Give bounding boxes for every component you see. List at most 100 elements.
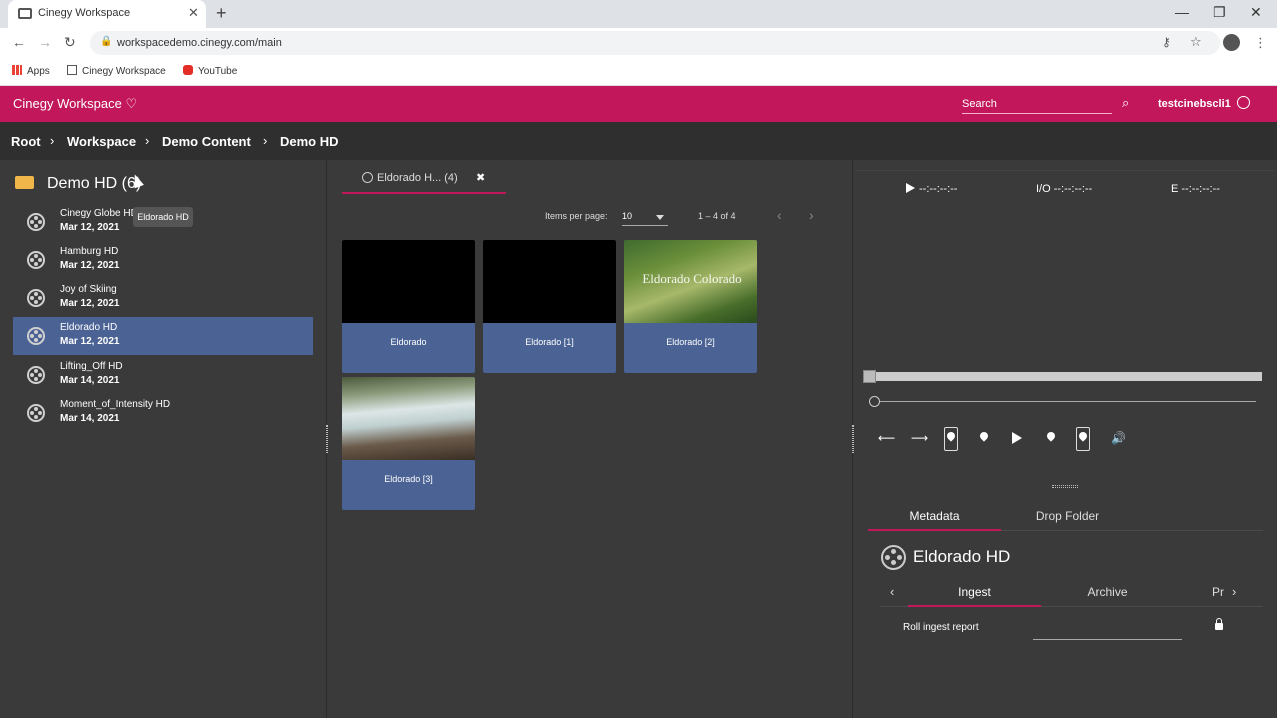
clip-item[interactable]: Hamburg HD Mar 12, 2021: [13, 241, 313, 279]
chevron-right-icon: ›: [263, 133, 268, 148]
username[interactable]: testcinebscli1: [1158, 98, 1231, 110]
clip-date: Mar 12, 2021: [60, 298, 120, 309]
chevron-right-icon[interactable]: ›: [1232, 584, 1236, 599]
window-close-icon[interactable]: ✕: [1250, 4, 1262, 21]
new-tab-icon[interactable]: +: [216, 3, 227, 24]
panel-splitter-handle[interactable]: [326, 425, 328, 453]
browser-tab-strip: Cinegy Workspace ✕ + — ❐ ✕: [0, 0, 1277, 28]
clip-item[interactable]: Lifting_Off HD Mar 14, 2021: [13, 356, 313, 394]
metadata-tabs: Metadata Drop Folder: [868, 505, 1263, 531]
reload-icon[interactable]: ↻: [64, 34, 76, 51]
clip-card[interactable]: Eldorado: [342, 240, 475, 373]
chevron-right-icon: ›: [145, 133, 150, 148]
search-field[interactable]: [962, 94, 1112, 114]
clip-card[interactable]: Eldorado [3]: [342, 377, 475, 510]
volume-icon[interactable]: 🔊: [1111, 431, 1126, 445]
clip-name: Cinegy Globe HD: [60, 208, 138, 219]
clip-item-selected[interactable]: Eldorado HD Mar 12, 2021: [13, 317, 313, 355]
back-icon[interactable]: ←: [12, 34, 26, 50]
search-icon[interactable]: ⌕: [1122, 95, 1129, 111]
browser-tab[interactable]: Cinegy Workspace ✕: [8, 0, 206, 28]
minimize-icon[interactable]: —: [1175, 4, 1189, 20]
clip-tooltip: Eldorado HD: [133, 207, 193, 227]
items-per-page-select[interactable]: 10: [622, 208, 668, 226]
tab-ingest[interactable]: Ingest: [908, 580, 1041, 607]
items-per-page-label: Items per page:: [545, 211, 608, 221]
next-page-button[interactable]: ›: [809, 207, 814, 223]
metadata-subtabs: ‹ Ingest Archive Pr ›: [880, 580, 1263, 607]
restore-icon[interactable]: ❐: [1213, 4, 1226, 21]
clip-item[interactable]: Moment_of_Intensity HD Mar 14, 2021: [13, 394, 313, 432]
bin-tab-label: Eldorado H... (4): [377, 172, 458, 184]
bookmark-apps[interactable]: Apps: [12, 65, 50, 77]
clip-thumbnail: [342, 377, 475, 460]
clip-thumbnail: [483, 240, 616, 323]
step-forward-icon[interactable]: ⟶: [911, 431, 928, 445]
account-icon[interactable]: [1237, 96, 1250, 109]
seek-handle[interactable]: [863, 370, 876, 383]
bookmark-label: YouTube: [198, 66, 238, 77]
search-input[interactable]: [962, 95, 1112, 113]
browser-profile-icon[interactable]: [1223, 34, 1240, 51]
bookmarks-bar: Apps Cinegy Workspace YouTube: [0, 58, 1277, 86]
bookmark-star-icon[interactable]: ☆: [1190, 34, 1202, 50]
bookmark-youtube[interactable]: YouTube: [183, 65, 237, 77]
seek-bar[interactable]: [866, 372, 1262, 381]
tab-pr[interactable]: Pr: [1212, 580, 1226, 607]
chevron-left-icon[interactable]: ‹: [890, 584, 894, 599]
mark-in-button[interactable]: [944, 427, 958, 451]
tab-drop-folder[interactable]: Drop Folder: [1001, 505, 1134, 531]
go-to-out-icon[interactable]: [1047, 432, 1055, 443]
step-back-icon[interactable]: ⟵: [878, 431, 895, 445]
panel-resize-handle[interactable]: [1052, 485, 1078, 488]
forward-icon[interactable]: →: [38, 34, 52, 50]
film-reel-icon: [27, 327, 45, 345]
film-reel-icon: [27, 366, 45, 384]
clip-caption: Eldorado: [390, 337, 427, 347]
film-reel-icon: [881, 545, 906, 570]
play-button[interactable]: [1012, 432, 1022, 444]
address-bar[interactable]: 🔒 workspacedemo.cinegy.com/main ⚷ ☆: [90, 31, 1220, 55]
tab-archive[interactable]: Archive: [1041, 580, 1174, 607]
close-tab-icon[interactable]: ✖: [476, 171, 485, 184]
roll-ingest-report-label: Roll ingest report: [903, 622, 979, 633]
clip-thumbnail: [342, 240, 475, 323]
heart-icon: ♡: [125, 96, 138, 111]
clip-date: Mar 14, 2021: [60, 413, 120, 424]
clip-card[interactable]: Eldorado Colorado Eldorado [2]: [624, 240, 757, 373]
previous-page-button[interactable]: ‹: [777, 207, 782, 223]
bookmark-cinegy[interactable]: Cinegy Workspace: [67, 65, 166, 77]
clip-date: Mar 14, 2021: [60, 375, 120, 386]
breadcrumb-root[interactable]: Root: [11, 134, 41, 149]
key-icon[interactable]: ⚷: [1162, 35, 1171, 49]
clip-name: Lifting_Off HD: [60, 361, 123, 372]
mark-out-button[interactable]: [1076, 427, 1090, 451]
clip-name: Joy of Skiing: [60, 284, 117, 295]
clip-caption: Eldorado [1]: [525, 337, 574, 347]
jog-handle[interactable]: [869, 396, 880, 407]
dropdown-arrow-icon: [656, 215, 664, 220]
bookmark-label: Cinegy Workspace: [82, 66, 166, 77]
chevron-right-icon: ›: [50, 133, 55, 148]
go-to-in-icon[interactable]: [980, 432, 988, 443]
timecode-end: E --:--:--:--: [1171, 183, 1220, 195]
metadata-title: Eldorado HD: [913, 547, 1011, 566]
clip-thumbnail: Eldorado Colorado: [624, 240, 757, 323]
app-brand[interactable]: Cinegy Workspace ♡: [13, 96, 137, 112]
breadcrumb-demo-content[interactable]: Demo Content: [162, 134, 251, 149]
cinegy-favicon-icon: [67, 65, 77, 75]
clip-date: Mar 12, 2021: [60, 260, 120, 271]
folder-title: Demo HD (6): [47, 175, 142, 192]
page-favicon-icon: [18, 8, 32, 19]
clip-item[interactable]: Joy of Skiing Mar 12, 2021: [13, 279, 313, 317]
youtube-icon: [183, 65, 193, 75]
clip-card[interactable]: Eldorado [1]: [483, 240, 616, 373]
tab-metadata[interactable]: Metadata: [868, 505, 1001, 531]
lock-icon: [1215, 618, 1223, 630]
breadcrumb-workspace[interactable]: Workspace: [67, 134, 136, 149]
browser-menu-icon[interactable]: ⋮: [1254, 35, 1267, 51]
jog-slider[interactable]: [874, 401, 1256, 402]
tab-close-icon[interactable]: ✕: [188, 5, 199, 21]
roll-ingest-report-field[interactable]: [1033, 620, 1182, 640]
breadcrumb-demo-hd[interactable]: Demo HD: [280, 134, 339, 149]
